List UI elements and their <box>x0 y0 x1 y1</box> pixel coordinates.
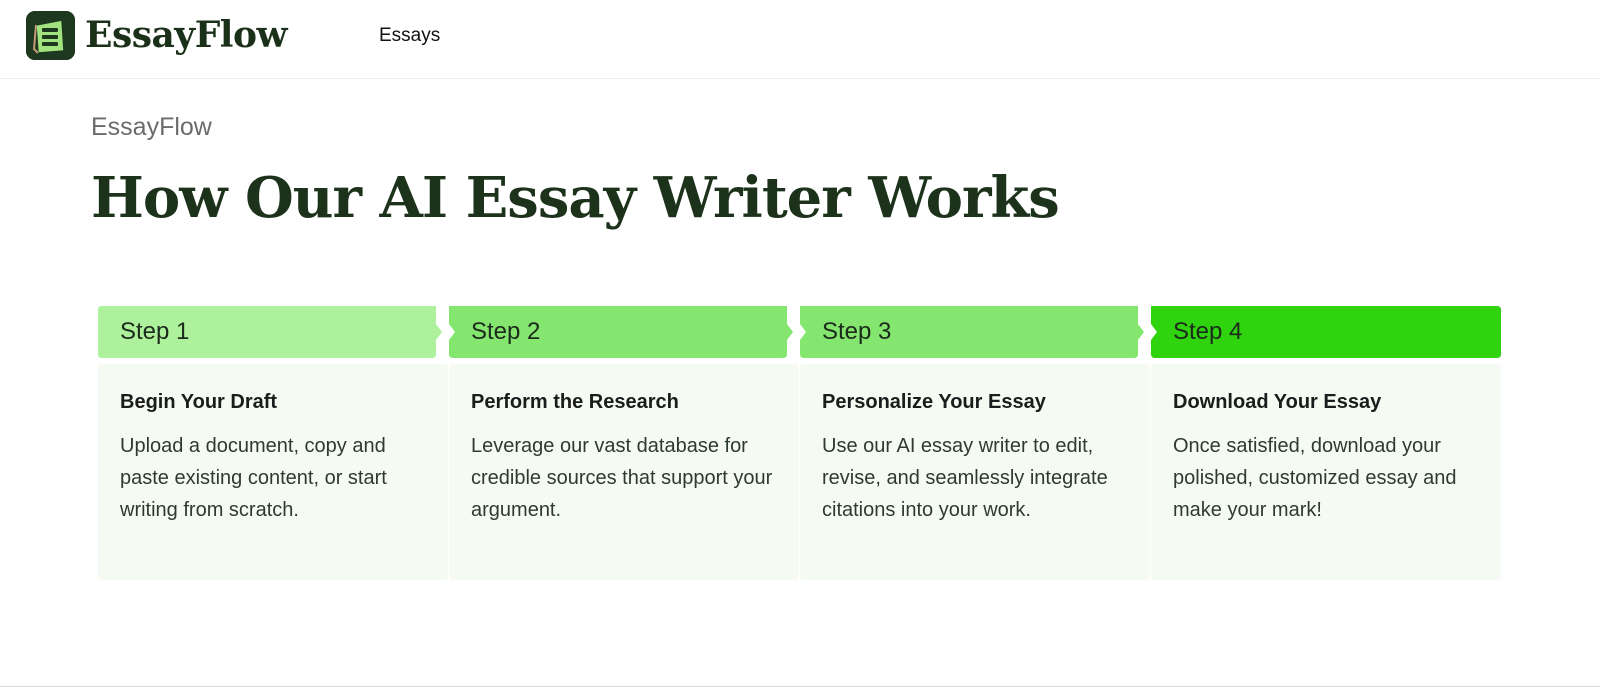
brand-name: EssayFlow <box>85 14 287 56</box>
step-title-2: Perform the Research <box>471 391 679 413</box>
step-label-3: Step 3 <box>822 318 892 345</box>
step-description-1: Upload a document, copy and paste existi… <box>120 435 387 521</box>
step-card-4: Step 4 Download Your Essay Once satisfie… <box>1151 306 1501 580</box>
page-title: How Our AI Essay Writer Works <box>91 165 1060 231</box>
site-header: EssayFlow Essays <box>0 0 1600 79</box>
step-header-3: Step 3 <box>800 306 1150 358</box>
step-description-2: Leverage our vast database for credible … <box>471 435 773 521</box>
steps-section: Step 1 Begin Your Draft Upload a documen… <box>98 306 1524 580</box>
step-card-2: Step 2 Perform the Research Leverage our… <box>449 306 799 580</box>
step-header-4: Step 4 <box>1151 306 1501 358</box>
step-title-3: Personalize Your Essay <box>822 391 1046 413</box>
step-body-1: Begin Your Draft Upload a document, copy… <box>98 364 448 580</box>
step-header-1: Step 1 <box>98 306 448 358</box>
step-body-4: Download Your Essay Once satisfied, down… <box>1151 364 1501 580</box>
essayflow-logo-icon <box>26 11 75 60</box>
step-body-3: Personalize Your Essay Use our AI essay … <box>800 364 1150 580</box>
nav-link-essays[interactable]: Essays <box>379 25 440 47</box>
step-label-1: Step 1 <box>120 318 190 345</box>
bottom-divider <box>0 686 1600 687</box>
step-header-2: Step 2 <box>449 306 799 358</box>
step-description-3: Use our AI essay writer to edit, revise,… <box>822 435 1108 521</box>
step-card-1: Step 1 Begin Your Draft Upload a documen… <box>98 306 448 580</box>
step-title-1: Begin Your Draft <box>120 391 278 413</box>
step-title-4: Download Your Essay <box>1173 391 1382 413</box>
eyebrow-label: EssayFlow <box>91 113 212 141</box>
step-body-2: Perform the Research Leverage our vast d… <box>449 364 799 580</box>
step-label-4: Step 4 <box>1173 318 1243 345</box>
step-card-3: Step 3 Personalize Your Essay Use our AI… <box>800 306 1150 580</box>
step-description-4: Once satisfied, download your polished, … <box>1173 435 1457 521</box>
step-label-2: Step 2 <box>471 318 541 345</box>
brand-logo-link[interactable]: EssayFlow <box>26 11 287 60</box>
